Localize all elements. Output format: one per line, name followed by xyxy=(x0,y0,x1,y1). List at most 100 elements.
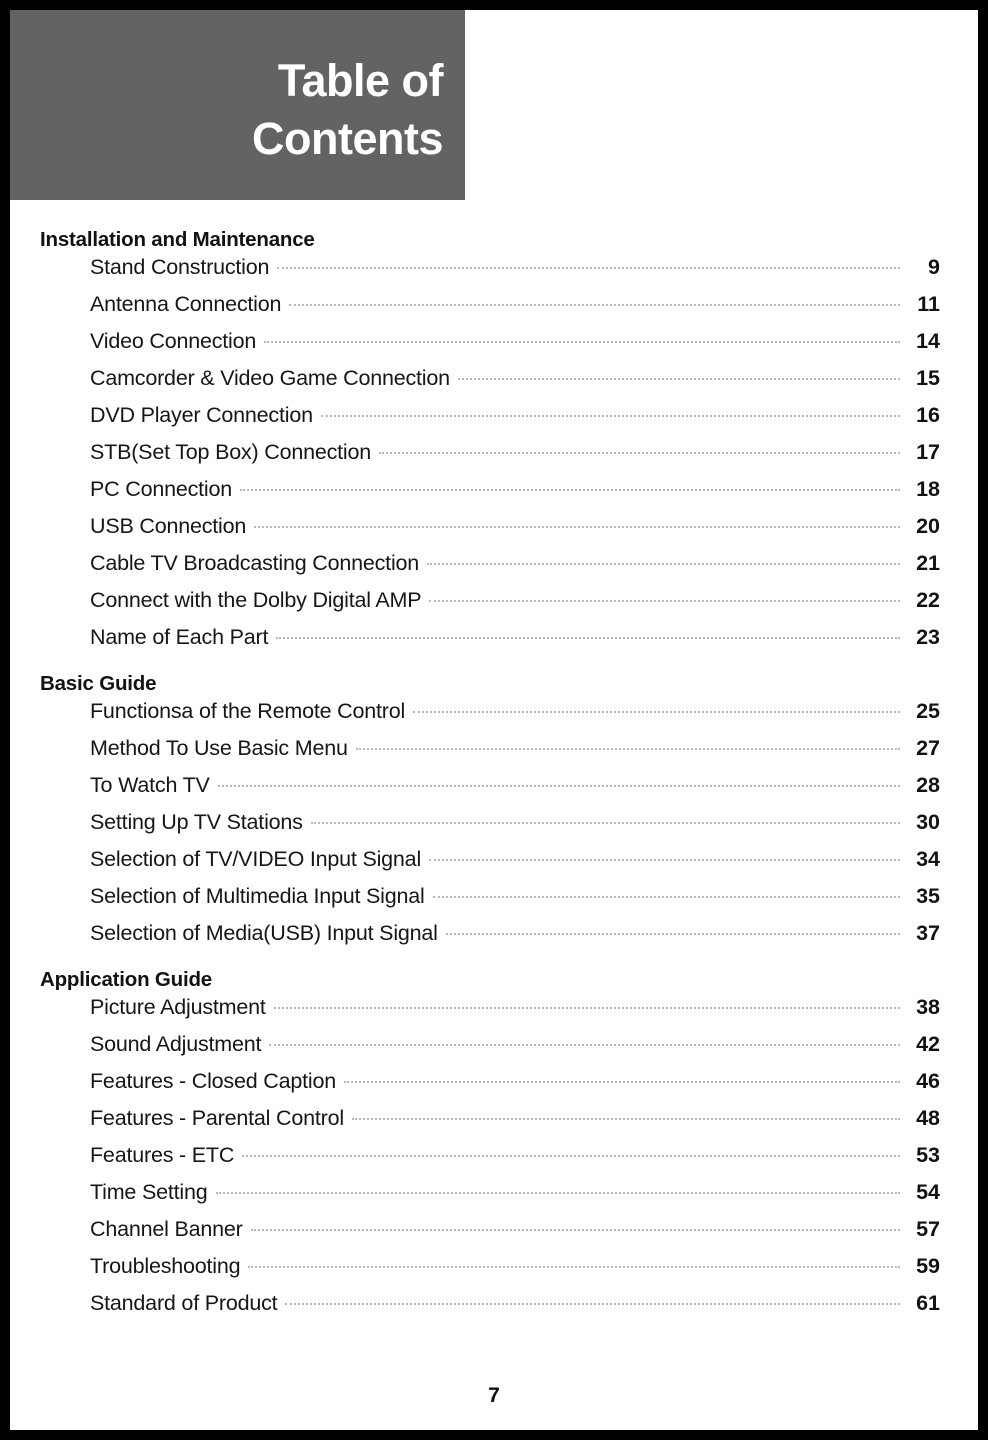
toc-entry-page-number: 18 xyxy=(916,477,940,501)
toc-entry-title: Features - ETC xyxy=(90,1143,235,1167)
toc-entry-title: Connect with the Dolby Digital AMP xyxy=(90,588,422,612)
toc-entry-title: Method To Use Basic Menu xyxy=(90,736,348,760)
toc-entry-page-number: 61 xyxy=(916,1291,940,1315)
document-page: Table of Contents Installation and Maint… xyxy=(0,0,988,1440)
toc-leader-dots xyxy=(427,563,900,565)
toc-entry[interactable]: Stand Construction 9 xyxy=(40,255,940,292)
toc-entry[interactable]: Sound Adjustment 42 xyxy=(40,1032,940,1069)
toc-leader-dots xyxy=(215,1192,900,1194)
toc-leader-dots xyxy=(276,637,900,639)
toc-entry[interactable]: Features - ETC 53 xyxy=(40,1143,940,1180)
toc-entry[interactable]: Method To Use Basic Menu 27 xyxy=(40,736,940,773)
page-title-line2: Contents xyxy=(252,112,444,164)
toc-entry-title: Functionsa of the Remote Control xyxy=(90,699,406,723)
toc-entry[interactable]: DVD Player Connection 16 xyxy=(40,403,940,440)
toc-entry[interactable]: Cable TV Broadcasting Connection 21 xyxy=(40,551,940,588)
toc-entry[interactable]: Selection of Media(USB) Input Signal 37 xyxy=(40,921,940,958)
toc-entry[interactable]: Channel Banner 57 xyxy=(40,1217,940,1254)
toc-leader-dots xyxy=(457,378,900,380)
toc-entry-title: Selection of Multimedia Input Signal xyxy=(90,884,425,908)
toc-leader-dots xyxy=(310,822,900,824)
toc-entry-page-number: 30 xyxy=(916,810,940,834)
toc-entry-title: Setting Up TV Stations xyxy=(90,810,303,834)
toc-leader-dots xyxy=(351,1118,900,1120)
toc-entry-title: To Watch TV xyxy=(90,773,210,797)
toc-entry-title: Video Connection xyxy=(90,329,257,353)
toc-entry-page-number: 17 xyxy=(916,440,940,464)
toc-leader-dots xyxy=(277,267,900,269)
toc-entry[interactable]: Standard of Product 61 xyxy=(40,1291,940,1328)
toc-entry[interactable]: Picture Adjustment 38 xyxy=(40,995,940,1032)
toc-entry-page-number: 14 xyxy=(916,329,940,353)
toc-entry[interactable]: Video Connection 14 xyxy=(40,329,940,366)
toc-leader-dots xyxy=(429,600,900,602)
toc-entry[interactable]: Features - Parental Control 48 xyxy=(40,1106,940,1143)
toc-entry[interactable]: PC Connection 18 xyxy=(40,477,940,514)
toc-entry-page-number: 22 xyxy=(916,588,940,612)
toc-entry-title: Antenna Connection xyxy=(90,292,282,316)
page-inner: Table of Contents Installation and Maint… xyxy=(10,10,978,1430)
toc-entry-page-number: 11 xyxy=(917,292,940,316)
toc-entry[interactable]: Camcorder & Video Game Connection 15 xyxy=(40,366,940,403)
toc-entry[interactable]: Setting Up TV Stations 30 xyxy=(40,810,940,847)
toc-entry-page-number: 53 xyxy=(916,1143,940,1167)
toc-entry-title: Features - Parental Control xyxy=(90,1106,344,1130)
toc-entry[interactable]: Time Setting 54 xyxy=(40,1180,940,1217)
toc-leader-dots xyxy=(250,1229,900,1231)
toc-entry-page-number: 16 xyxy=(916,403,940,427)
toc-entry-page-number: 48 xyxy=(916,1106,940,1130)
toc-section-heading: Installation and Maintenance xyxy=(40,228,315,251)
toc-entry-title: Picture Adjustment xyxy=(90,995,266,1019)
toc-entry[interactable]: STB(Set Top Box) Connection 17 xyxy=(40,440,940,477)
toc-entry[interactable]: Functionsa of the Remote Control 25 xyxy=(40,699,940,736)
toc-entry-title: Features - Closed Caption xyxy=(90,1069,336,1093)
toc-leader-dots xyxy=(429,859,900,861)
toc-entry[interactable]: Selection of Multimedia Input Signal 35 xyxy=(40,884,940,921)
toc-entry-page-number: 27 xyxy=(916,736,940,760)
toc-leader-dots xyxy=(343,1081,900,1083)
toc-leader-dots xyxy=(254,526,900,528)
toc-entry-title: Channel Banner xyxy=(90,1217,243,1241)
toc-leader-dots xyxy=(285,1303,900,1305)
toc-entry-page-number: 20 xyxy=(916,514,940,538)
toc-entry-page-number: 15 xyxy=(916,366,940,390)
toc-entry[interactable]: Features - Closed Caption 46 xyxy=(40,1069,940,1106)
toc-entry[interactable]: Antenna Connection 11 xyxy=(40,292,940,329)
toc-entry[interactable]: Troubleshooting 59 xyxy=(40,1254,940,1291)
page-number: 7 xyxy=(488,1384,500,1407)
toc-leader-dots xyxy=(289,304,900,306)
page-title-line1: Table of xyxy=(277,55,444,106)
toc-entry-title: Time Setting xyxy=(90,1180,208,1204)
toc-entry-page-number: 34 xyxy=(916,847,940,871)
toc-leader-dots xyxy=(432,896,900,898)
toc-entry-title: PC Connection xyxy=(90,477,233,501)
toc-leader-dots xyxy=(248,1266,900,1268)
toc-entry[interactable]: Selection of TV/VIDEO Input Signal 34 xyxy=(40,847,940,884)
toc-entry-title: Selection of TV/VIDEO Input Signal xyxy=(90,847,422,871)
toc-leader-dots xyxy=(273,1007,900,1009)
toc-section-heading: Application Guide xyxy=(40,968,212,991)
toc-entry-title: Camcorder & Video Game Connection xyxy=(90,366,450,390)
toc-entry-page-number: 37 xyxy=(916,921,940,945)
toc-entry[interactable]: Name of Each Part 23 xyxy=(40,625,940,662)
toc-leader-dots xyxy=(413,711,900,713)
toc-entry[interactable]: USB Connection 20 xyxy=(40,514,940,551)
toc-entry-page-number: 25 xyxy=(916,699,940,723)
table-of-contents: Installation and Maintenance Stand Constr… xyxy=(40,228,940,1328)
toc-leader-dots xyxy=(242,1155,900,1157)
toc-entry[interactable]: Connect with the Dolby Digital AMP 22 xyxy=(40,588,940,625)
toc-leader-dots xyxy=(379,452,900,454)
toc-entry-page-number: 28 xyxy=(916,773,940,797)
toc-entry-page-number: 38 xyxy=(916,995,940,1019)
toc-entry-page-number: 46 xyxy=(916,1069,940,1093)
toc-entry-title: Cable TV Broadcasting Connection xyxy=(90,551,420,575)
toc-entry-title: Selection of Media(USB) Input Signal xyxy=(90,921,438,945)
toc-leader-dots xyxy=(264,341,900,343)
toc-entry[interactable]: To Watch TV 28 xyxy=(40,773,940,810)
toc-entry-title: USB Connection xyxy=(90,514,247,538)
toc-section-heading: Basic Guide xyxy=(40,672,157,695)
toc-leader-dots xyxy=(320,415,900,417)
toc-entry-title: Troubleshooting xyxy=(90,1254,241,1278)
toc-entry-title: Standard of Product xyxy=(90,1291,278,1315)
toc-entry-title: Sound Adjustment xyxy=(90,1032,262,1056)
